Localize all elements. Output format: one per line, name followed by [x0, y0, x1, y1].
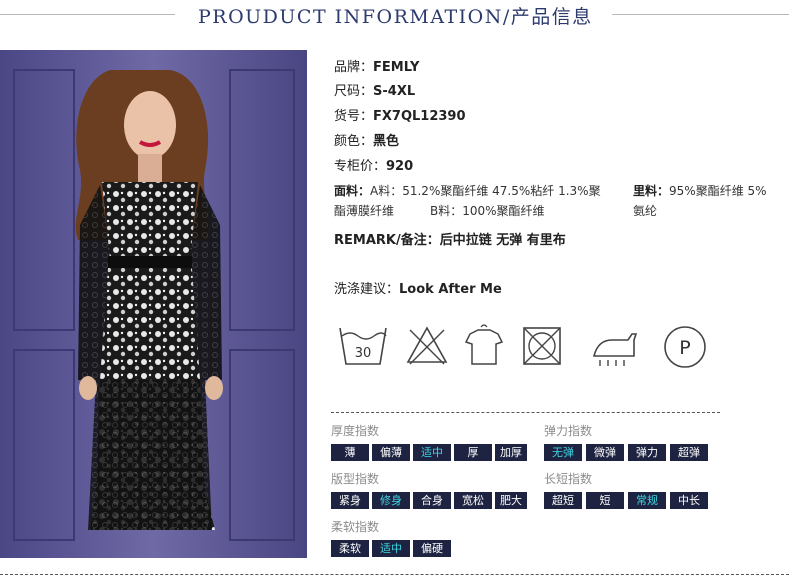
no-bleach-icon [406, 326, 448, 365]
elasticity-option: 超弹 [670, 444, 708, 461]
lining-label: 里料： [633, 184, 670, 198]
section-header: PROUDUCT INFORMATION/产品信息 [0, 0, 789, 30]
color-row: 颜色：黑色 [334, 130, 399, 149]
fit-option: 紧身 [331, 492, 369, 509]
header-divider-left [0, 14, 175, 15]
no-tumble-dry-icon [464, 324, 504, 365]
sku-label: 货号： [334, 109, 374, 124]
thickness-option-selected: 适中 [413, 444, 451, 461]
elasticity-title: 弹力指数 [544, 424, 593, 438]
elasticity-option-selected: 无弹 [544, 444, 582, 461]
dry-clean-p-icon: P [664, 326, 706, 368]
remark-label: REMARK/备注： [334, 233, 440, 248]
size-row: 尺码：S-4XL [334, 80, 415, 99]
fabric-block: 面料：A料：51.2%聚酯纤维 47.5%粘纤 1.3%聚 酯薄膜纤维 B料：10… [334, 181, 601, 221]
lining-line2: 氨纶 [633, 204, 658, 218]
color-label: 颜色： [334, 134, 374, 149]
color-value: 黑色 [373, 134, 400, 149]
length-title: 长短指数 [544, 472, 593, 486]
footer-divider [0, 574, 789, 575]
thickness-option: 薄 [331, 444, 369, 461]
softness-option: 偏硬 [413, 540, 451, 557]
fit-option: 宽松 [454, 492, 492, 509]
header-divider-right [612, 14, 789, 15]
fabric-a-line1: A料：51.2%聚酯纤维 47.5%粘纤 1.3%聚 [370, 184, 601, 198]
brand-row: 品牌：FEMLY [334, 56, 419, 75]
fit-option: 合身 [413, 492, 451, 509]
iron-steam-icon [592, 333, 638, 366]
fabric-a-line2: 酯薄膜纤维 [334, 204, 395, 218]
care-icons: 30 P [334, 324, 714, 374]
divider-indices [331, 412, 720, 413]
length-option: 短 [586, 492, 624, 509]
brand-value: FEMLY [373, 60, 420, 75]
care-value: Look After Me [399, 282, 502, 297]
product-photo [0, 50, 307, 558]
softness-option: 柔软 [331, 540, 369, 557]
lining-block: 里料：95%聚酯纤维 5% 氨纶 [633, 181, 767, 221]
fit-title: 版型指数 [331, 472, 380, 486]
thickness-option: 偏薄 [372, 444, 410, 461]
sku-value: FX7QL12390 [373, 109, 466, 124]
dryclean-letter: P [679, 337, 690, 359]
length-option: 中长 [670, 492, 708, 509]
fit-option-selected: 修身 [372, 492, 410, 509]
price-row: 专柜价：920 [334, 155, 413, 174]
remark-value: 后中拉链 无弹 有里布 [439, 233, 566, 248]
no-machine-dry-icon [523, 327, 561, 365]
wash-temp: 30 [355, 346, 372, 361]
price-value: 920 [386, 159, 414, 174]
length-option-selected: 常规 [628, 492, 666, 509]
length-option: 超短 [544, 492, 582, 509]
wash-30-icon: 30 [339, 327, 387, 365]
size-label: 尺码： [334, 84, 374, 99]
fit-option: 肥大 [495, 492, 527, 509]
size-value: S-4XL [373, 84, 416, 99]
elasticity-option: 弹力 [628, 444, 666, 461]
fabric-b: B料：100%聚酯纤维 [430, 204, 545, 218]
thickness-option: 加厚 [495, 444, 527, 461]
thickness-option: 厚 [454, 444, 492, 461]
lining-line1: 95%聚酯纤维 5% [669, 184, 767, 198]
softness-title: 柔软指数 [331, 520, 380, 534]
care-row: 洗涤建议：Look After Me [334, 278, 502, 297]
fabric-label: 面料： [334, 184, 371, 198]
care-label: 洗涤建议： [334, 282, 400, 297]
brand-label: 品牌： [334, 60, 374, 75]
sku-row: 货号：FX7QL12390 [334, 105, 466, 124]
softness-option-selected: 适中 [372, 540, 410, 557]
remark-row: REMARK/备注：后中拉链 无弹 有里布 [334, 229, 566, 248]
section-title: PROUDUCT INFORMATION/产品信息 [198, 6, 593, 28]
thickness-title: 厚度指数 [331, 424, 380, 438]
price-label: 专柜价： [334, 159, 387, 174]
elasticity-option: 微弹 [586, 444, 624, 461]
